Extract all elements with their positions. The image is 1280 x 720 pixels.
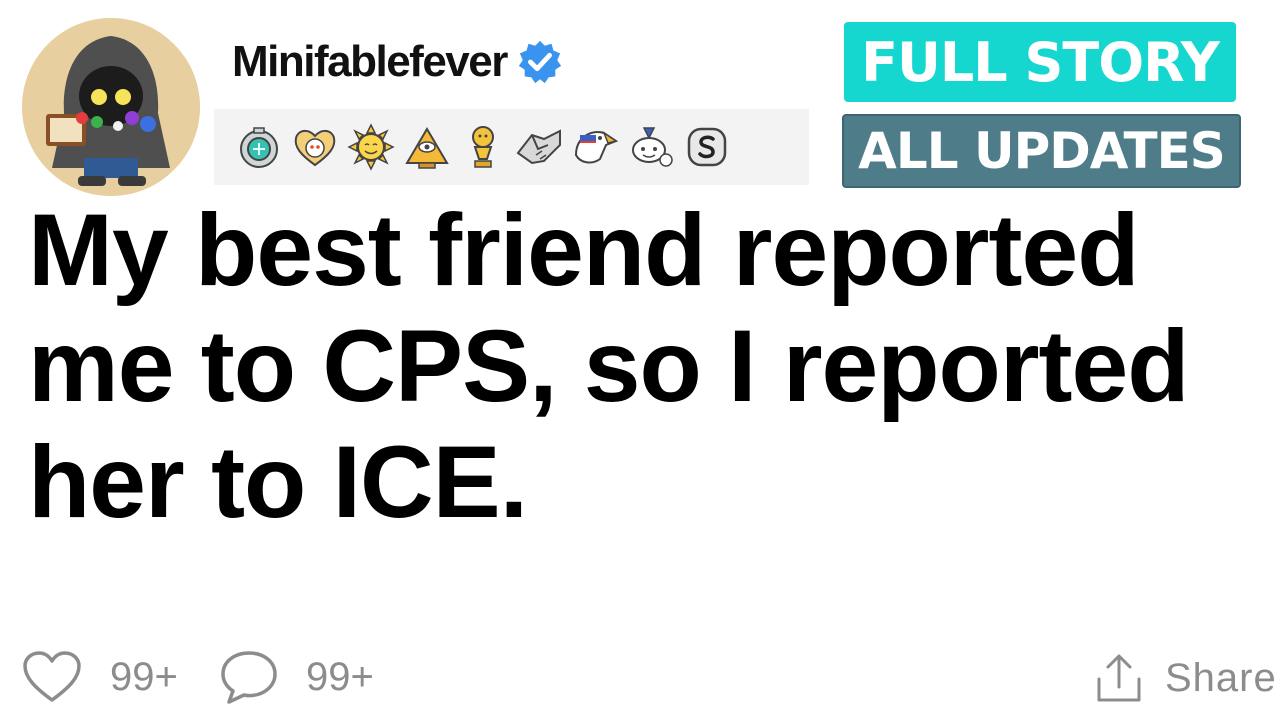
pyramid-eye-award-icon[interactable] <box>402 122 452 172</box>
handshake-award-icon[interactable] <box>514 122 564 172</box>
wholesome-heart-award-icon[interactable] <box>290 122 340 172</box>
share-upload-icon <box>1097 654 1141 702</box>
silver-s-award-icon[interactable] <box>682 122 732 172</box>
hooded-figure-avatar-icon <box>22 18 200 196</box>
like-button[interactable]: 99+ <box>22 648 178 706</box>
comment-button[interactable]: 99+ <box>220 648 374 706</box>
username[interactable]: Minifablefever <box>232 40 508 84</box>
silver-gem-award-icon[interactable] <box>234 122 284 172</box>
comment-count: 99+ <box>306 654 374 699</box>
full-story-badge[interactable]: FULL STORY <box>844 22 1236 102</box>
gold-trophy-award-icon[interactable] <box>458 122 508 172</box>
sun-award-icon[interactable] <box>346 122 396 172</box>
party-snoo-award-icon[interactable] <box>626 122 676 172</box>
share-label: Share <box>1165 655 1277 700</box>
username-row: Minifablefever <box>232 34 563 90</box>
post-title: My best friend reported me to CPS, so I … <box>28 193 1190 539</box>
avatar[interactable] <box>22 18 200 196</box>
verified-badge-icon <box>518 40 561 84</box>
all-updates-badge[interactable]: ALL UPDATES <box>842 114 1241 188</box>
share-button[interactable]: Share <box>1095 650 1277 706</box>
eagle-award-icon[interactable] <box>570 122 620 172</box>
awards-strip <box>214 109 809 185</box>
comment-bubble-icon <box>221 651 277 704</box>
like-count: 99+ <box>110 654 178 699</box>
heart-icon <box>23 651 81 702</box>
post-card: Minifablefever FULL STORY ALL UPDATES My… <box>0 0 1280 720</box>
